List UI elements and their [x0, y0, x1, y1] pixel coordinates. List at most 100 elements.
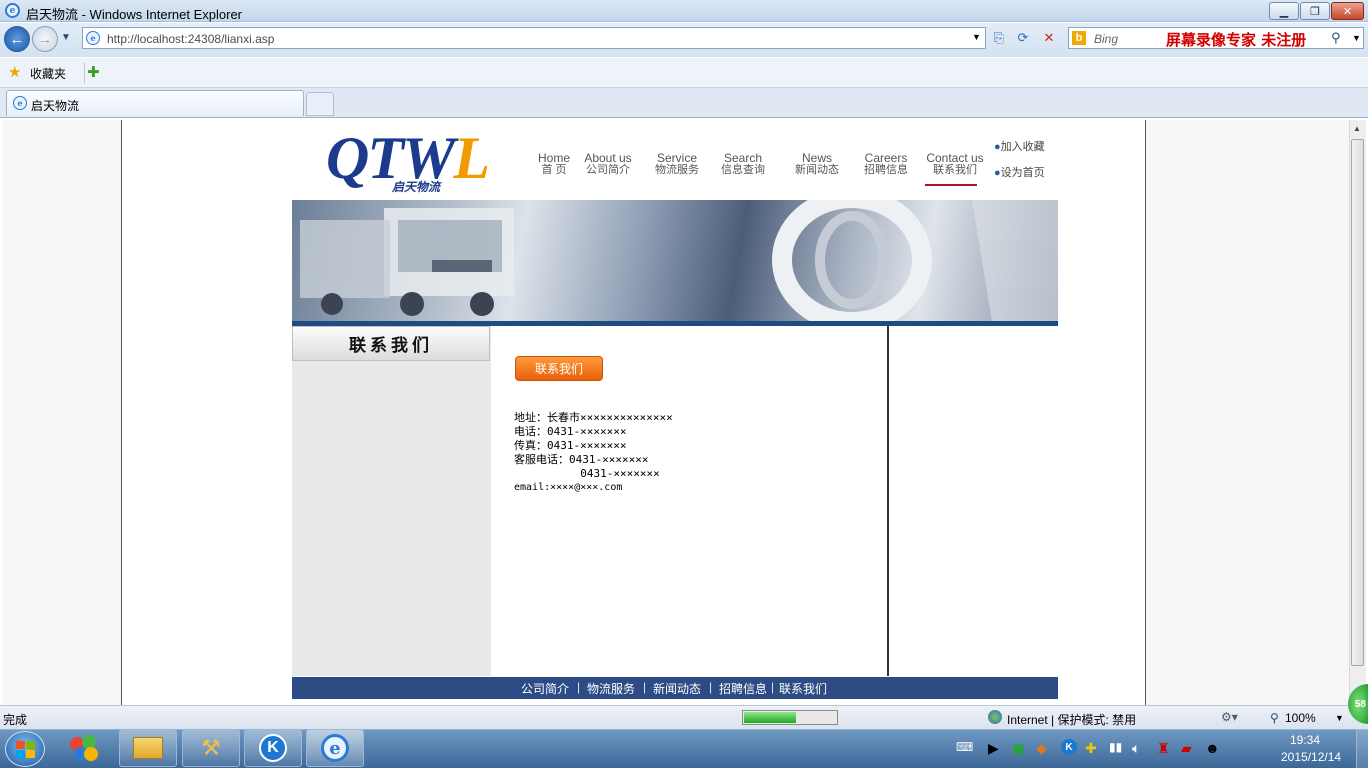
nav-search[interactable]: Search 信息查询 [716, 152, 770, 176]
compatibility-view-icon[interactable]: ⎘ [989, 29, 1009, 47]
address-bar[interactable]: e http://localhost:24308/lianxi.asp ▼ [82, 27, 986, 49]
bing-icon: b [1072, 31, 1086, 45]
sidebar-title: 联系我们 [292, 326, 490, 361]
tray-flag-icon[interactable]: ▰ [1181, 740, 1192, 757]
taskbar-kugou[interactable]: K [244, 729, 302, 767]
volume-icon[interactable]: 🔈︎ [1132, 740, 1140, 757]
show-desktop-button[interactable] [1356, 729, 1368, 768]
kugou-icon: K [259, 734, 287, 762]
scroll-up-icon[interactable]: ▲ [1353, 124, 1361, 133]
nav-news[interactable]: News 新闻动态 [790, 152, 844, 176]
zoom-icon: ⚲ [1270, 711, 1279, 725]
tray-kugou-icon[interactable]: K [1061, 739, 1077, 755]
logo-subtitle: 启天物流 [392, 180, 441, 194]
zoom-level[interactable]: 100% [1285, 711, 1316, 725]
internet-zone-icon [988, 710, 1002, 724]
close-window-button[interactable]: ✕ [1331, 2, 1364, 20]
ie-logo-icon: e [5, 3, 20, 18]
search-options-dropdown-icon[interactable]: ▼ [1352, 33, 1361, 43]
zoom-dropdown-icon[interactable]: ▼ [1335, 713, 1344, 723]
new-tab-button[interactable] [306, 92, 334, 116]
media-play-icon[interactable]: ▶ [988, 740, 999, 757]
footer-link-about[interactable]: 公司简介 [521, 680, 569, 697]
contact-email: email:××××@×××.com [514, 482, 623, 493]
refresh-icon[interactable]: ⟳ [1013, 29, 1033, 47]
contact-us-button[interactable]: 联系我们 [515, 356, 603, 381]
clock-time[interactable]: 19:34 [1290, 733, 1320, 747]
content-right-divider [887, 326, 889, 676]
favorites-button[interactable]: 收藏夹 [30, 65, 66, 82]
contact-us-button-label: 联系我们 [534, 362, 583, 376]
nav-service[interactable]: Service 物流服务 [650, 152, 704, 176]
set-homepage-label: 设为首页 [1000, 167, 1045, 179]
tray-security-icon[interactable]: ♜ [1157, 740, 1170, 757]
contact-address: 地址：长春市×××××××××××××× [514, 411, 673, 424]
nav-home[interactable]: Home 首 页 [535, 152, 573, 176]
address-input[interactable]: http://localhost:24308/lianxi.asp [107, 32, 274, 46]
keyboard-icon[interactable]: ⌨ [956, 740, 973, 754]
start-button[interactable] [5, 731, 45, 767]
nav-service-zh: 物流服务 [655, 164, 699, 176]
taskbar-ie[interactable]: e [306, 729, 364, 767]
network-icon[interactable]: ▮▮ [1109, 740, 1122, 754]
nav-about[interactable]: About us 公司简介 [581, 152, 635, 176]
taskbar-tool[interactable]: ⚒ [182, 729, 240, 767]
recorder-watermark: 屏幕录像专家 未注册 [1166, 31, 1307, 49]
maximize-button[interactable]: ❐ [1300, 2, 1330, 20]
site-logo[interactable]: QTWL 启天物流 [326, 128, 491, 198]
footer-link-careers[interactable]: 招聘信息 [719, 680, 767, 697]
clock-date[interactable]: 2015/12/14 [1281, 750, 1341, 764]
tab-active[interactable]: e 启天物流 [6, 90, 304, 116]
favorites-bar: ★ 收藏夹 ✚ [0, 58, 1368, 88]
page-icon: e [86, 31, 100, 45]
search-box[interactable]: b Bing 屏幕录像专家 未注册 ⚲ ▼ [1068, 27, 1364, 49]
add-favorite-link[interactable]: ●加入收藏 [994, 138, 1045, 154]
search-input[interactable]: Bing [1094, 32, 1118, 46]
app-launcher-icon[interactable] [68, 733, 100, 765]
recent-pages-dropdown-icon[interactable]: ▼ [61, 32, 71, 43]
tab-label: 启天物流 [31, 99, 80, 113]
contact-service-phone: 客服电话：0431-××××××× [514, 453, 649, 466]
nav-careers[interactable]: Careers 招聘信息 [859, 152, 913, 176]
nav-about-zh: 公司简介 [586, 164, 630, 176]
tray-cat-icon[interactable]: ◆ [1036, 740, 1047, 757]
contact-phone: 电话：0431-××××××× [514, 425, 627, 438]
forward-button[interactable]: → [32, 26, 58, 52]
tray-app-icon[interactable]: ▣ [1012, 740, 1025, 757]
footer-separator: | [771, 680, 775, 694]
nav-about-en: About us [584, 151, 632, 165]
nav-home-en: Home [537, 151, 570, 165]
nav-contact-zh: 联系我们 [933, 164, 977, 176]
scrollbar-thumb[interactable] [1351, 139, 1364, 666]
footer-link-news[interactable]: 新闻动态 [653, 680, 701, 697]
protected-mode-icon[interactable]: ⚙▾ [1221, 710, 1238, 724]
banner-graphic [300, 200, 1058, 322]
footer-separator: | [643, 680, 647, 694]
left-sidebar [292, 326, 491, 676]
set-homepage-link[interactable]: ●设为首页 [994, 164, 1045, 180]
folder-icon [133, 737, 163, 759]
nav-contact-en: Contact us [926, 151, 984, 165]
tools-icon: ⚒ [201, 735, 221, 760]
address-dropdown-icon[interactable]: ▼ [972, 32, 981, 42]
nav-search-zh: 信息查询 [721, 164, 765, 176]
qq-icon[interactable]: ☻ [1205, 740, 1220, 756]
add-to-favorites-bar-icon[interactable]: ✚ [87, 63, 100, 81]
window-title: 启天物流 - Windows Internet Explorer [26, 7, 243, 22]
nav-contact[interactable]: Contact us 联系我们 [923, 152, 987, 176]
favorites-star-icon[interactable]: ★ [8, 63, 21, 81]
footer-link-contact[interactable]: 联系我们 [779, 680, 827, 697]
status-text: 完成 [3, 713, 28, 727]
back-button[interactable]: ← [4, 26, 30, 52]
search-icon[interactable]: ⚲ [1331, 30, 1341, 46]
minimize-button[interactable]: ▁ [1269, 2, 1299, 20]
footer-separator: | [577, 680, 581, 694]
stop-icon[interactable]: ✕ [1039, 29, 1059, 47]
footer-link-service[interactable]: 物流服务 [587, 680, 635, 697]
nav-service-en: Service [656, 151, 697, 165]
favbar-divider [84, 62, 85, 84]
taskbar-explorer[interactable] [119, 729, 177, 767]
tray-plus-icon[interactable]: ✚ [1085, 740, 1097, 757]
footer-separator: | [709, 680, 713, 694]
security-zone[interactable]: Internet | 保护模式: 禁用 [1007, 711, 1136, 728]
